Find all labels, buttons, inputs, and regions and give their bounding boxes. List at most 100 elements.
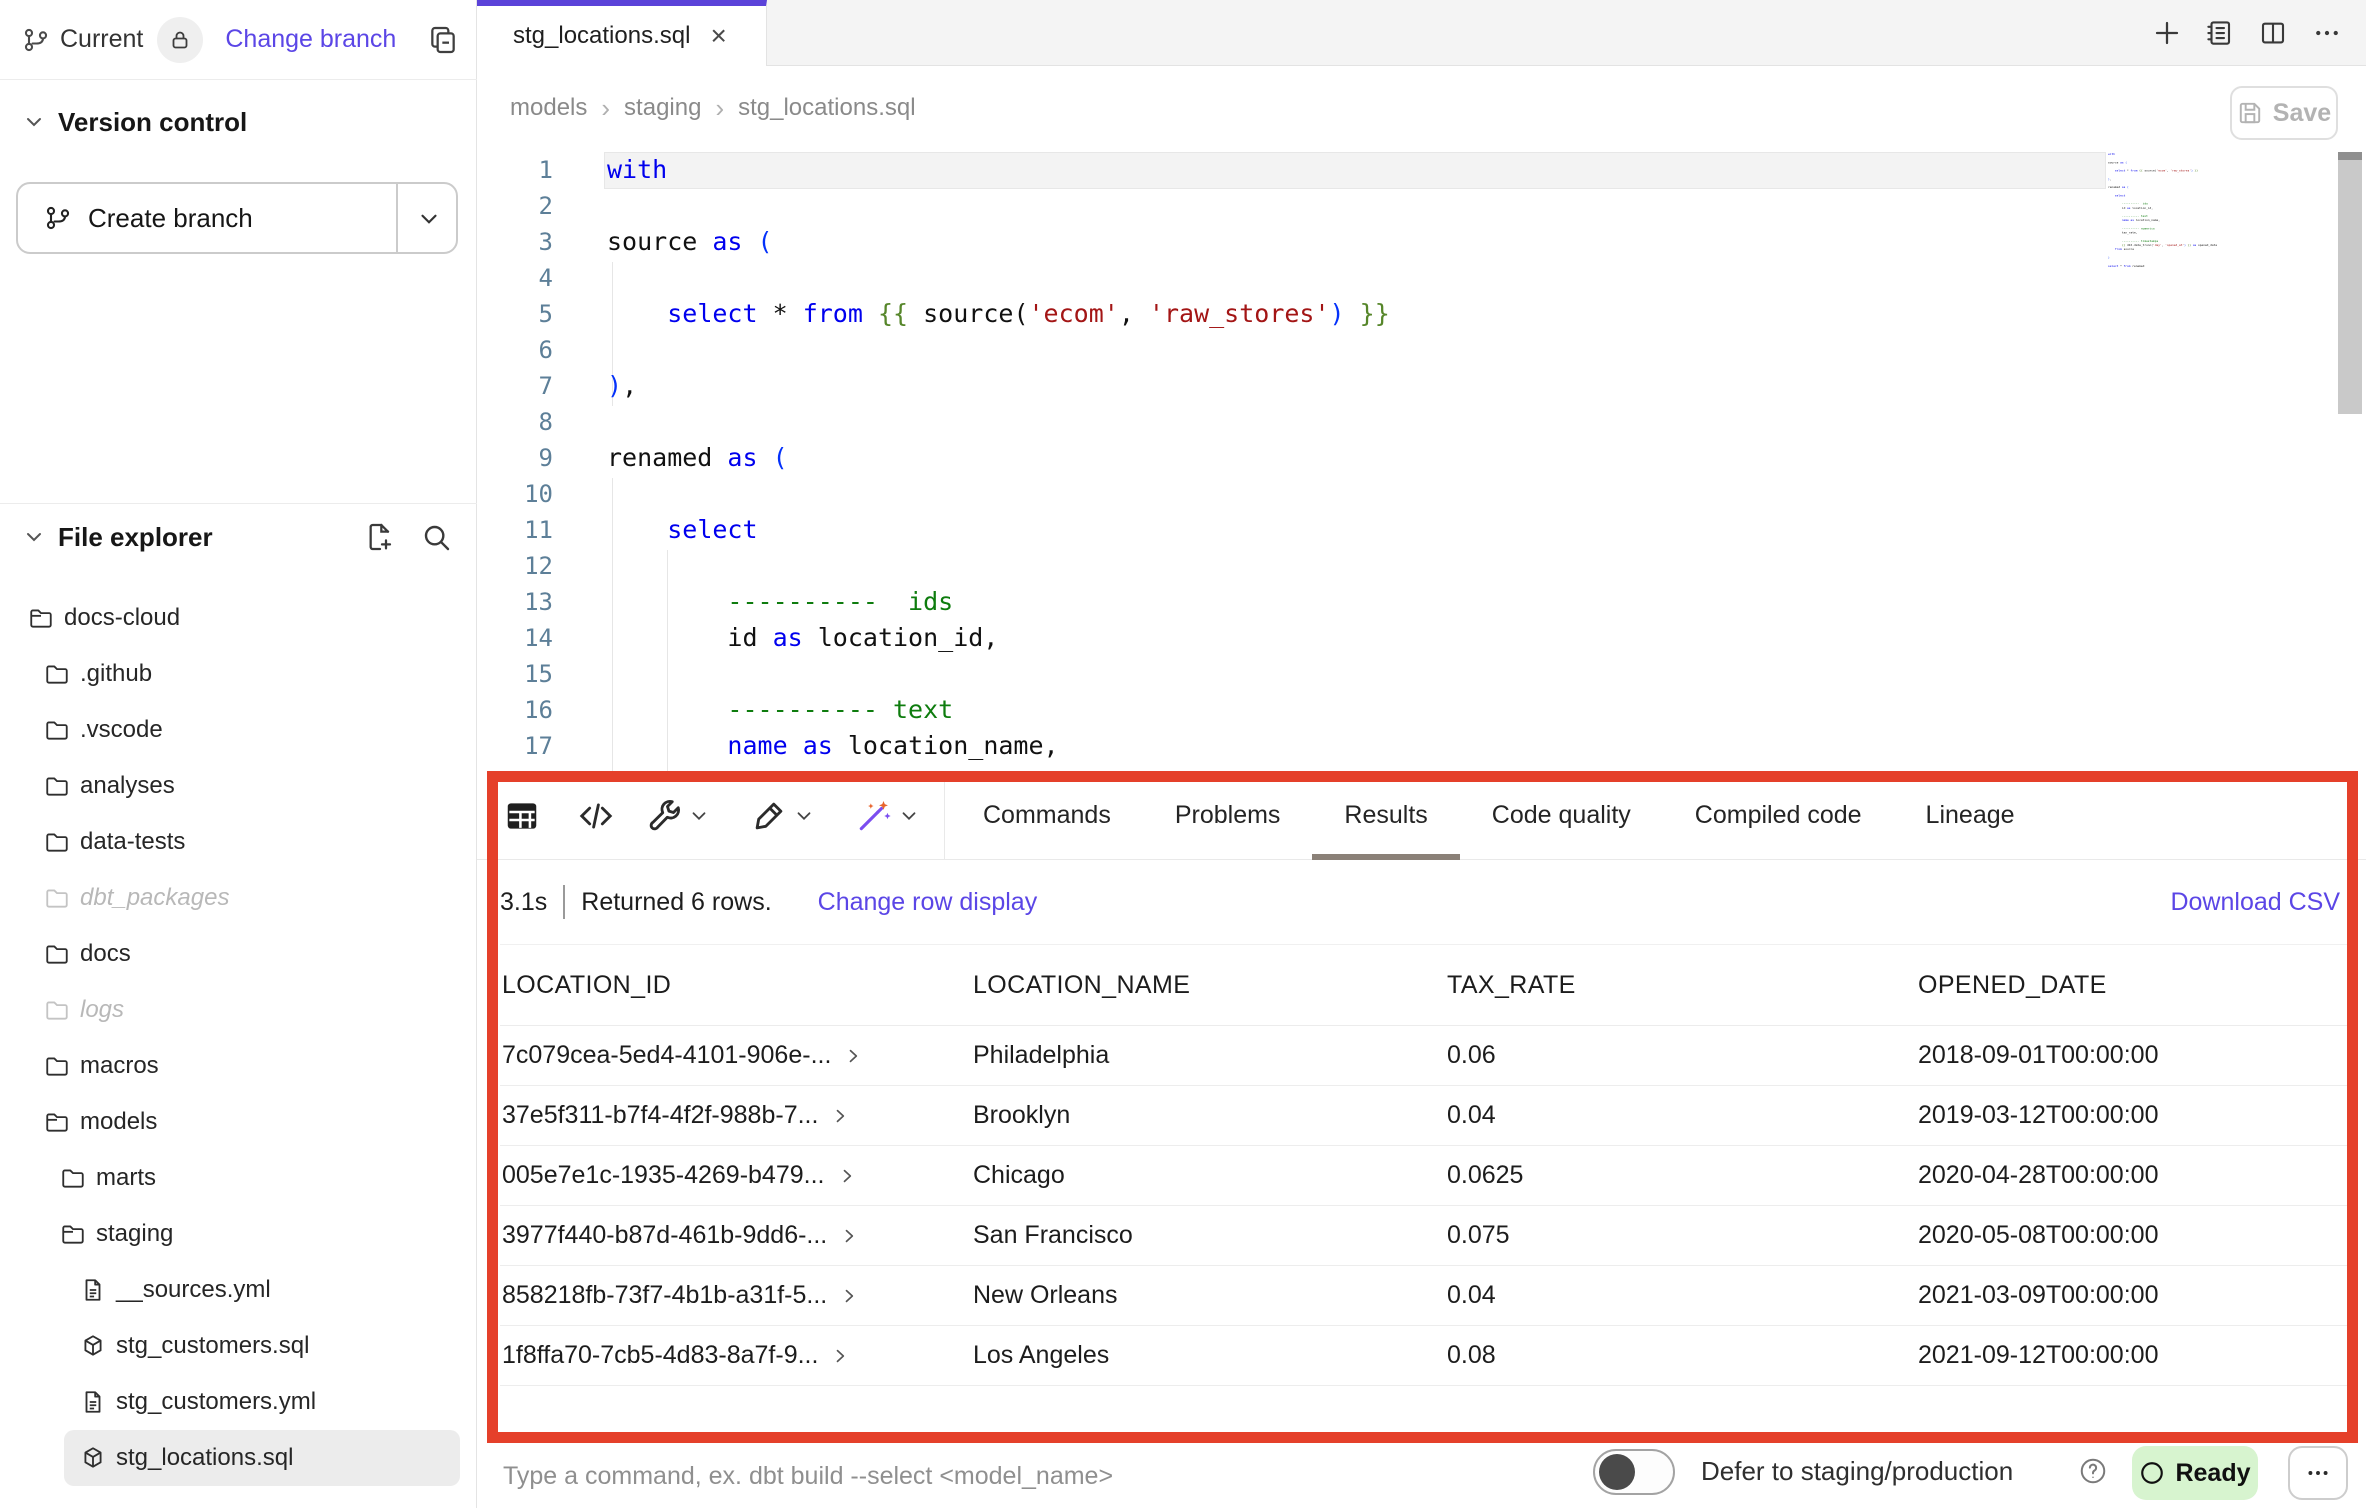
more-options-button[interactable] <box>2288 1446 2348 1500</box>
folder-open-icon <box>28 605 54 631</box>
breadcrumb-file[interactable]: stg_locations.sql <box>738 94 915 122</box>
breadcrumb-models[interactable]: models <box>510 94 587 122</box>
file-tree-item-data-tests[interactable]: data-tests <box>0 814 477 870</box>
version-control-header[interactable]: Version control <box>0 100 477 144</box>
change-row-display-link[interactable]: Change row display <box>818 888 1038 917</box>
expand-cell-icon[interactable] <box>843 1046 863 1066</box>
cell-location_id: 005e7e1c-1935-4269-b479... <box>500 1161 971 1190</box>
column-header-tax_rate: TAX_RATE <box>1445 971 1916 1000</box>
file-tree-item-models[interactable]: models <box>0 1094 477 1150</box>
cell-opened_date: 2021-09-12T00:00:00 <box>1916 1341 2347 1370</box>
file-tree-item-docs-cloud[interactable]: docs-cloud <box>0 590 477 646</box>
cell-tax_rate: 0.0625 <box>1445 1161 1916 1190</box>
file-tree-item-marts[interactable]: marts <box>0 1150 477 1206</box>
file-tree-item-staging[interactable]: staging <box>0 1206 477 1262</box>
file-tree-item--vscode[interactable]: .vscode <box>0 702 477 758</box>
format-brush-icon <box>750 797 788 835</box>
cell-location_id: 1f8ffa70-7cb5-4d83-8a7f-9... <box>500 1341 971 1370</box>
folder-icon <box>44 1053 70 1079</box>
cell-location_id: 3977f440-b87d-461b-9dd6-... <box>500 1221 971 1250</box>
file-tree-item-stg-locations-sql[interactable]: stg_locations.sql <box>64 1430 460 1486</box>
file-tree-item-docs[interactable]: docs <box>0 926 477 982</box>
file-tree-item-logs[interactable]: logs <box>0 982 477 1038</box>
expand-cell-icon[interactable] <box>830 1346 850 1366</box>
ai-assist-button[interactable] <box>855 797 920 835</box>
results-tab-compiled-code[interactable]: Compiled code <box>1663 772 1894 860</box>
results-table-header: LOCATION_IDLOCATION_NAMETAX_RATEOPENED_D… <box>500 944 2347 1026</box>
more-options-icon[interactable] <box>2312 18 2342 48</box>
sidebar-divider <box>0 503 477 504</box>
code-editor[interactable]: 1234567891011121314151617 with source as… <box>477 150 2366 772</box>
help-icon[interactable] <box>2078 1456 2108 1486</box>
save-button[interactable]: Save <box>2230 86 2338 140</box>
breadcrumb-separator <box>601 93 610 124</box>
file-explorer-title: File explorer <box>58 522 213 553</box>
file-tree-item-label: stg_customers.sql <box>116 1332 309 1360</box>
file-icon <box>80 1277 106 1303</box>
cell-location_id: 37e5f311-b7f4-4f2f-988b-7... <box>500 1101 971 1130</box>
dbt-cloud-ide: Current Change branch Version control <box>0 0 2366 1508</box>
code-content[interactable]: with source as ( select * from {{ source… <box>607 152 1390 764</box>
notebook-icon[interactable] <box>2204 18 2234 48</box>
new-file-icon[interactable] <box>364 521 396 553</box>
cell-location_id: 858218fb-73f7-4b1b-a31f-5... <box>500 1281 971 1310</box>
editor-tab-strip: stg_locations.sql × <box>477 0 2366 66</box>
expand-cell-icon[interactable] <box>839 1226 859 1246</box>
new-tab-plus-icon[interactable] <box>2152 18 2182 48</box>
command-input[interactable] <box>503 1452 1503 1500</box>
file-tree-item-label: models <box>80 1108 157 1136</box>
file-tree-item-stg-customers-yml[interactable]: stg_customers.yml <box>0 1374 477 1430</box>
save-label: Save <box>2273 99 2331 128</box>
results-status-row: 3.1s Returned 6 rows. Change row display… <box>477 860 2366 944</box>
cell-tax_rate: 0.04 <box>1445 1101 1916 1130</box>
create-branch-button[interactable]: Create branch <box>16 182 458 254</box>
download-csv-link[interactable]: Download CSV <box>2170 888 2340 917</box>
chevron-down-icon <box>22 525 46 549</box>
magic-wand-icon <box>855 797 893 835</box>
results-tab-results[interactable]: Results <box>1312 772 1459 860</box>
editor-scrollbar[interactable] <box>2338 152 2362 414</box>
table-view-icon[interactable] <box>503 797 541 835</box>
status-badge-ready[interactable]: Ready <box>2132 1446 2258 1500</box>
copy-icon[interactable] <box>427 24 459 56</box>
split-pane-icon[interactable] <box>2258 18 2288 48</box>
cell-opened_date: 2020-05-08T00:00:00 <box>1916 1221 2347 1250</box>
folder-open-icon <box>60 1221 86 1247</box>
file-explorer-header[interactable]: File explorer <box>0 515 477 559</box>
expand-cell-icon[interactable] <box>830 1106 850 1126</box>
results-tab-code-quality[interactable]: Code quality <box>1460 772 1663 860</box>
file-tree-item-stg-customers-sql[interactable]: stg_customers.sql <box>0 1318 477 1374</box>
results-tab-lineage[interactable]: Lineage <box>1894 772 2047 860</box>
close-tab-icon[interactable]: × <box>710 22 726 50</box>
chevron-down-icon[interactable] <box>416 206 442 232</box>
column-header-opened_date: OPENED_DATE <box>1916 971 2347 1000</box>
format-options-button[interactable] <box>750 797 815 835</box>
tab-stg-locations-sql[interactable]: stg_locations.sql × <box>477 0 767 66</box>
cell-location_name: Chicago <box>971 1161 1445 1190</box>
expand-cell-icon[interactable] <box>839 1286 859 1306</box>
breadcrumb-separator <box>715 93 724 124</box>
file-tree-item-label: data-tests <box>80 828 185 856</box>
build-options-button[interactable] <box>645 797 710 835</box>
cell-tax_rate: 0.08 <box>1445 1341 1916 1370</box>
minimap[interactable]: with source as ( select * from {{ source… <box>2108 152 2260 442</box>
file-tree-item-analyses[interactable]: analyses <box>0 758 477 814</box>
code-view-icon[interactable] <box>577 797 615 835</box>
file-tree-item-macros[interactable]: macros <box>0 1038 477 1094</box>
search-icon[interactable] <box>420 521 452 553</box>
defer-toggle[interactable] <box>1593 1449 1675 1495</box>
expand-cell-icon[interactable] <box>837 1166 857 1186</box>
model-icon <box>80 1333 106 1359</box>
file-tree-item-dbt-packages[interactable]: dbt_packages <box>0 870 477 926</box>
change-branch-link[interactable]: Change branch <box>225 25 396 54</box>
breadcrumb-staging[interactable]: staging <box>624 94 701 122</box>
results-tab-commands[interactable]: Commands <box>951 772 1143 860</box>
file-tree-item--github[interactable]: .github <box>0 646 477 702</box>
results-tab-problems[interactable]: Problems <box>1143 772 1313 860</box>
file-tree-item-label: __sources.yml <box>116 1276 271 1304</box>
query-elapsed-time: 3.1s <box>500 888 547 917</box>
returned-rows-text: Returned 6 rows. <box>581 888 771 917</box>
file-tree-item--sources-yml[interactable]: __sources.yml <box>0 1262 477 1318</box>
folder-icon <box>44 941 70 967</box>
cell-tax_rate: 0.06 <box>1445 1041 1916 1070</box>
